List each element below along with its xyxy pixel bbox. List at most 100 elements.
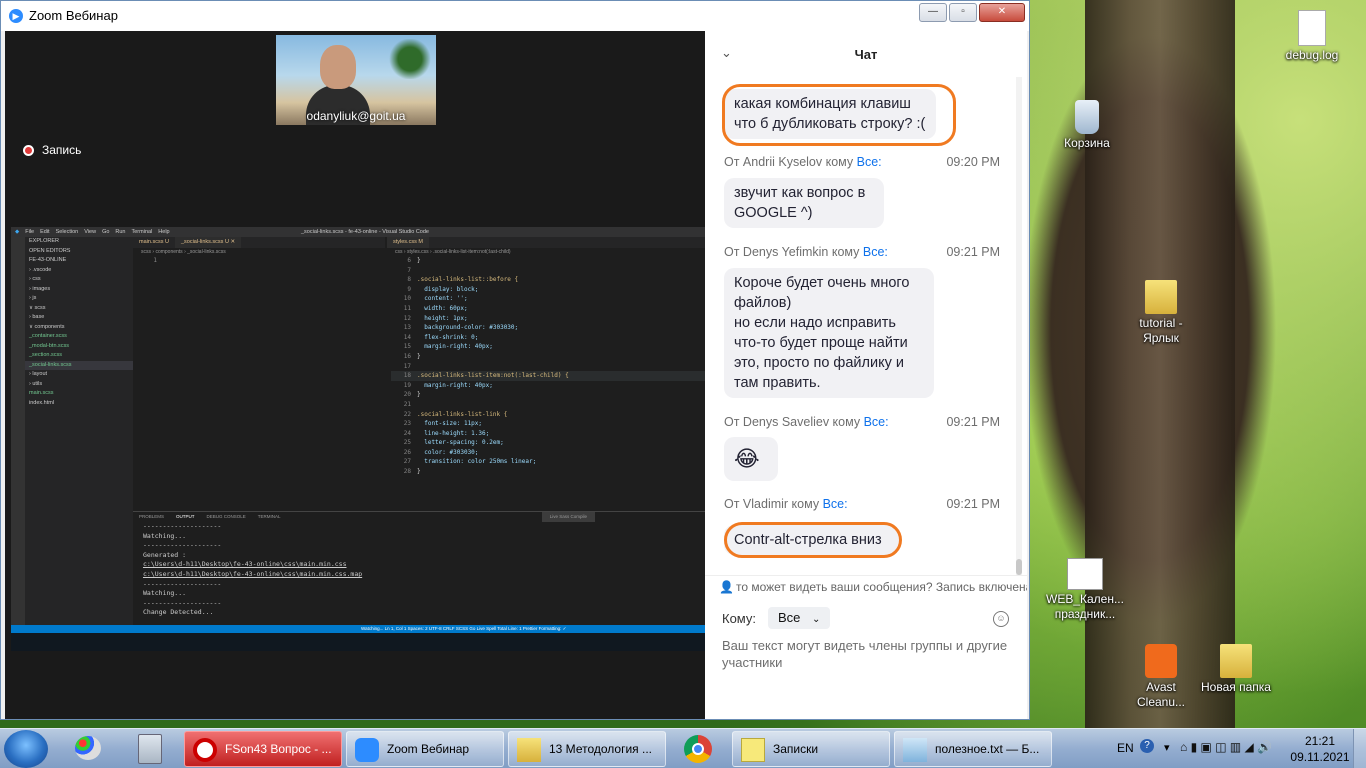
code-line: 20} — [391, 390, 705, 400]
chat-input[interactable]: Ваш текст могут видеть члены группы и др… — [722, 637, 1012, 671]
line-text: .social-links-list-link { — [417, 410, 508, 418]
window-titlebar[interactable]: ▶ Zoom Вебинар — ▫ ✕ — [1, 1, 1029, 31]
scrollbar-thumb[interactable] — [1016, 559, 1022, 575]
code-line: 6} — [391, 256, 705, 266]
line-number: 19 — [403, 381, 411, 389]
tray-icons[interactable]: ⌂ ▮ ▣ ◫ ▥ ◢ 🔊 — [1180, 740, 1272, 754]
line-number: 16 — [403, 352, 411, 360]
record-icon — [23, 144, 34, 156]
recipient-select[interactable]: Все ⌄ — [768, 607, 831, 629]
message-time: 09:21 PM — [946, 497, 1000, 511]
desktop-icon-avast-cleanup[interactable]: Avast Cleanu... — [1121, 644, 1201, 710]
taskbar-explorer[interactable]: 13 Методология ... — [508, 731, 666, 767]
folder-icon — [1220, 644, 1252, 678]
maximize-button[interactable]: ▫ — [949, 3, 977, 22]
output-line: -------------------- — [143, 598, 222, 607]
calculator-icon[interactable] — [128, 732, 172, 766]
taskbar-sticky-notes[interactable]: Записки — [732, 731, 890, 767]
system-clock[interactable]: 21:21 09.11.2021 — [1290, 733, 1350, 765]
editor-breadcrumb: scss › components › _social-links.scss — [141, 249, 226, 255]
clock-date: 09.11.2021 — [1290, 750, 1350, 764]
taskbar-label: Записки — [773, 742, 819, 756]
recipient-link[interactable]: Все: — [857, 155, 882, 169]
menu-run: Run — [115, 229, 126, 235]
taskbar-zoom[interactable]: Zoom Вебинар — [346, 731, 504, 767]
line-number: 7 — [407, 266, 411, 274]
chevron-down-icon[interactable]: ▾ — [1164, 741, 1170, 754]
chat-message-bubble[interactable]: звучит как вопрос в GOOGLE ^) — [724, 178, 884, 228]
line-number: 11 — [403, 304, 411, 312]
recipient-row: Кому: Все ⌄ — [722, 607, 831, 629]
people-icon: 👤 — [719, 580, 734, 594]
privacy-notice[interactable]: 👤 то может видеть ваши сообщения? Запись … — [705, 575, 1027, 597]
panel-tab-debug-console: DEBUG CONSOLE — [206, 514, 246, 519]
desktop-icon-web-calendar[interactable]: WEB_Кален... праздник... — [1045, 558, 1125, 622]
line-text: } — [417, 391, 421, 399]
desktop-icon-recycle-bin[interactable]: Корзина — [1047, 100, 1127, 151]
emoji-icon[interactable]: ☺ — [993, 611, 1009, 627]
chat-message-meta: От Denys Saveliev кому Все: 09:21 PM — [724, 415, 1000, 429]
explorer-item: › js — [29, 295, 37, 301]
shared-screen-vscode: ◆ File Edit Selection View Go Run Termin… — [11, 227, 705, 651]
window-title: Zoom Вебинар — [29, 8, 118, 23]
chrome-icon[interactable] — [676, 732, 720, 766]
desktop-icon-tutorial-shortcut[interactable]: tutorial - Ярлык — [1121, 280, 1201, 346]
explorer-item: _modal-btn.scss — [29, 342, 70, 349]
document-icon — [1067, 558, 1103, 590]
code-line: 18 .social-links-list-item:not(:last-chil… — [391, 371, 705, 381]
recipient-link[interactable]: Все: — [863, 245, 888, 259]
desktop-icon-debug-log[interactable]: debug.log — [1272, 10, 1352, 63]
output-line: -------------------- — [143, 579, 222, 588]
paint-icon[interactable] — [66, 732, 110, 766]
vscode-window-title: _social-links.scss - fe-43-online - Visu… — [301, 229, 429, 235]
line-number: 17 — [403, 362, 411, 370]
sender-label: От Andrii Kyselov кому — [724, 155, 854, 169]
line-text: background-color: #303030; — [417, 324, 519, 332]
show-desktop-button[interactable] — [1353, 729, 1366, 768]
code-line: 17 — [391, 362, 705, 372]
recipient-link[interactable]: Все: — [823, 497, 848, 511]
code-line: 7 — [391, 266, 705, 276]
code-line: 21 — [391, 400, 705, 410]
chat-scrollbar[interactable] — [1016, 77, 1022, 575]
taskbar-opera[interactable]: FSon43 Вопрос - ... — [184, 731, 342, 767]
editor-tab: main.scss U — [133, 237, 175, 248]
chat-message-bubble[interactable]: Короче будет очень много файлов) но если… — [724, 268, 934, 398]
minimize-button[interactable]: — — [919, 3, 947, 22]
panel-tab-terminal: TERMINAL — [257, 514, 281, 519]
taskbar-notepad[interactable]: полезное.txt — Б... — [894, 731, 1052, 767]
recording-indicator[interactable]: Запись — [23, 143, 81, 157]
editor-tab: _social-links.scss U ✕ — [174, 237, 242, 248]
panel-tab-output: OUTPUT — [176, 514, 195, 519]
vscode-editor-left: main.scss U _social-links.scss U ✕ scss … — [133, 237, 385, 509]
close-button[interactable]: ✕ — [979, 3, 1025, 22]
recipient-label: Кому: — [722, 610, 756, 626]
taskbar-label: 13 Методология ... — [549, 742, 652, 756]
chat-message-meta: От Denys Yefimkin кому Все: 09:21 PM — [724, 245, 1000, 259]
participant-name: odanyliuk@goit.ua — [306, 109, 406, 123]
line-text: } — [417, 257, 421, 264]
explorer-item: ∨ components — [29, 323, 65, 330]
code-line: 23 font-size: 11px; — [391, 419, 705, 429]
explorer-item: › base — [29, 314, 45, 320]
clock-time: 21:21 — [1304, 734, 1336, 748]
recipient-link[interactable]: Все: — [864, 415, 889, 429]
language-indicator[interactable]: EN — [1117, 741, 1134, 755]
explorer-item: _section.scss — [29, 352, 63, 358]
participant-video[interactable]: odanyliuk@goit.ua — [276, 35, 436, 125]
output-line: -------------------- — [143, 522, 222, 530]
vscode-output-panel: PROBLEMS OUTPUT DEBUG CONSOLE TERMINAL L… — [133, 511, 705, 628]
line-number: 6 — [407, 257, 411, 264]
line-number: 28 — [403, 468, 411, 476]
line-number: 12 — [403, 314, 411, 322]
line-number: 9 — [407, 285, 411, 293]
desktop-icon-new-folder[interactable]: Новая папка — [1196, 644, 1276, 695]
explorer-item: OPEN EDITORS — [29, 247, 71, 254]
line-text: margin-right: 40px; — [417, 343, 493, 351]
code-line: 26 color: #303030; — [391, 448, 705, 458]
chat-message-bubble[interactable]: 😂 — [724, 437, 778, 481]
help-icon[interactable]: ? — [1140, 739, 1154, 753]
explorer-item: FE-43-ONLINE — [29, 257, 67, 263]
notice-text: то может видеть ваши сообщения? Запись в… — [735, 580, 1027, 594]
start-button[interactable] — [4, 730, 48, 768]
